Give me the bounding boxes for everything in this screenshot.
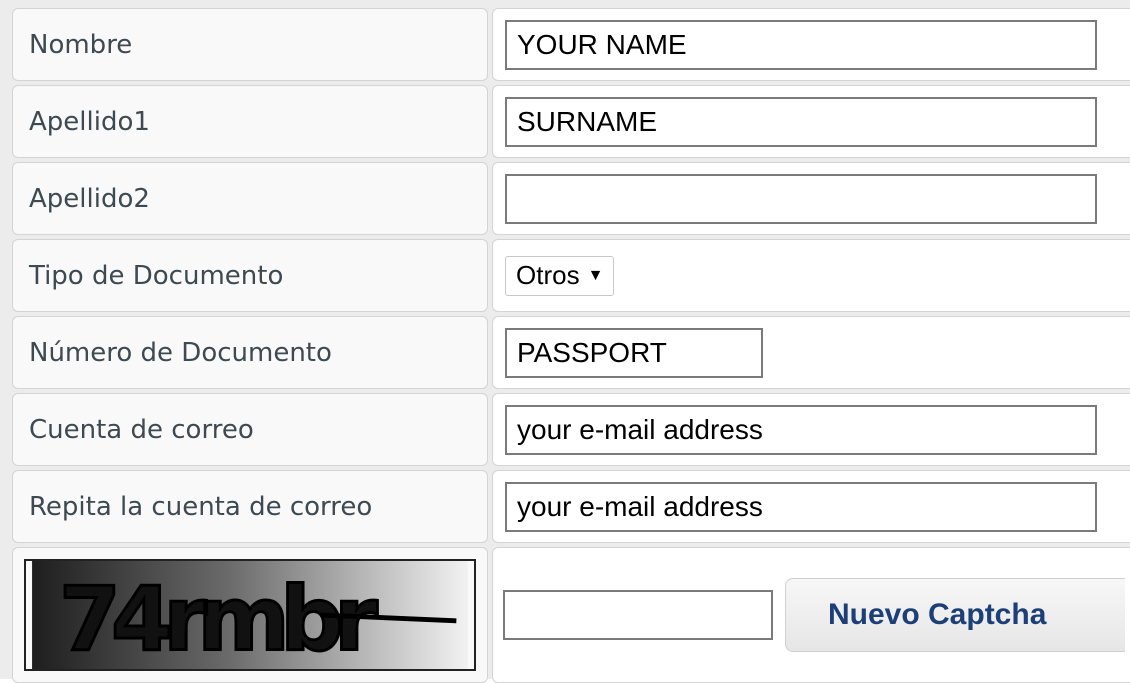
captcha-input-cell: Nuevo Captcha [492,547,1130,683]
registration-form: Nombre Apellido1 Apellido2 Tipo de Docum… [0,0,1130,683]
email-input[interactable] [505,404,1097,455]
apellido1-cell [492,85,1130,158]
form-row-apellido2: Apellido2 [12,162,1130,235]
captcha-image: 74rmbr [24,559,476,671]
tipo-documento-selected-value: Otros [516,260,580,290]
cuenta-correo-cell [492,393,1130,466]
cuenta-correo-label: Cuenta de correo [12,393,488,466]
nombre-input[interactable] [505,19,1097,70]
new-captcha-button[interactable]: Nuevo Captcha [785,578,1125,652]
apellido1-label: Apellido1 [12,85,488,158]
email-confirm-input[interactable] [505,481,1097,532]
captcha-image-cell: 74rmbr [12,547,488,683]
captcha-text: 74rmbr [59,568,378,671]
form-row-repita-correo: Repita la cuenta de correo [12,470,1130,543]
numero-documento-cell [492,316,1130,389]
apellido1-input[interactable] [505,96,1097,147]
nombre-label: Nombre [12,8,488,81]
repita-correo-cell [492,470,1130,543]
repita-correo-label: Repita la cuenta de correo [12,470,488,543]
caret-down-icon: ▼ [587,266,604,284]
form-row-nombre: Nombre [12,8,1130,81]
form-row-apellido1: Apellido1 [12,85,1130,158]
tipo-documento-label: Tipo de Documento [12,239,488,312]
nombre-cell [492,8,1130,81]
apellido2-input[interactable] [505,173,1097,224]
form-row-tipo-documento: Tipo de Documento Otros ▼ [12,239,1130,312]
numero-documento-input[interactable] [505,327,763,378]
apellido2-cell [492,162,1130,235]
numero-documento-label: Número de Documento [12,316,488,389]
apellido2-label: Apellido2 [12,162,488,235]
tipo-documento-cell: Otros ▼ [492,239,1130,312]
form-row-cuenta-correo: Cuenta de correo [12,393,1130,466]
tipo-documento-select[interactable]: Otros ▼ [505,255,615,296]
captcha-input[interactable] [503,590,773,640]
form-row-captcha: 74rmbr Nuevo Captcha [12,547,1130,683]
form-row-numero-documento: Número de Documento [12,316,1130,389]
